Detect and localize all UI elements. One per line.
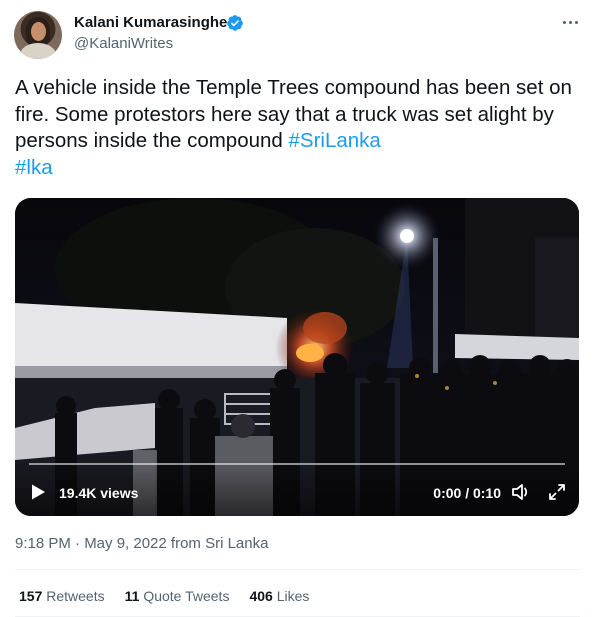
- likes-label: Likes: [276, 588, 310, 604]
- retweets-label: Retweets: [46, 588, 105, 604]
- fullscreen-icon[interactable]: [548, 483, 566, 501]
- verified-badge-icon: [227, 15, 243, 31]
- tweet-stats: 157 Retweets 11 Quote Tweets 406 Likes: [19, 588, 309, 605]
- play-icon[interactable]: [29, 483, 47, 501]
- dot: [562, 20, 566, 24]
- video-time: 0:00 / 0:10: [433, 485, 501, 501]
- quote-tweets-stat[interactable]: 11 Quote Tweets: [125, 588, 230, 605]
- avatar-face: [31, 22, 46, 41]
- progress-bar[interactable]: [29, 463, 565, 465]
- tweet-text: A vehicle inside the Temple Trees compou…: [15, 75, 585, 181]
- video-player[interactable]: 19.4K views 0:00 / 0:10: [15, 198, 579, 516]
- quote-tweets-label: Quote Tweets: [143, 588, 230, 604]
- hashtag-srilanka[interactable]: #SriLanka: [289, 129, 381, 152]
- likes-count: 406: [249, 588, 273, 604]
- more-options-icon[interactable]: [556, 10, 584, 34]
- divider: [15, 569, 580, 570]
- display-name[interactable]: Kalani Kumarasinghe: [74, 14, 227, 32]
- dot: [574, 20, 578, 24]
- likes-stat[interactable]: 406 Likes: [249, 588, 309, 605]
- hashtag-lka[interactable]: #lka: [15, 156, 53, 179]
- handle[interactable]: @KalaniWrites: [74, 35, 173, 53]
- tweet-timestamp[interactable]: 9:18 PM · May 9, 2022 from Sri Lanka: [15, 535, 268, 553]
- tweet-card: Kalani Kumarasinghe @KalaniWrites A vehi…: [0, 0, 594, 617]
- quote-tweets-count: 11: [124, 588, 140, 604]
- retweets-count: 157: [19, 588, 43, 604]
- avatar[interactable]: [14, 11, 62, 59]
- dot: [568, 20, 572, 24]
- volume-icon[interactable]: [511, 483, 531, 501]
- view-count: 19.4K views: [59, 485, 139, 501]
- retweets-stat[interactable]: 157 Retweets: [19, 588, 105, 605]
- avatar-shoulders: [20, 43, 56, 59]
